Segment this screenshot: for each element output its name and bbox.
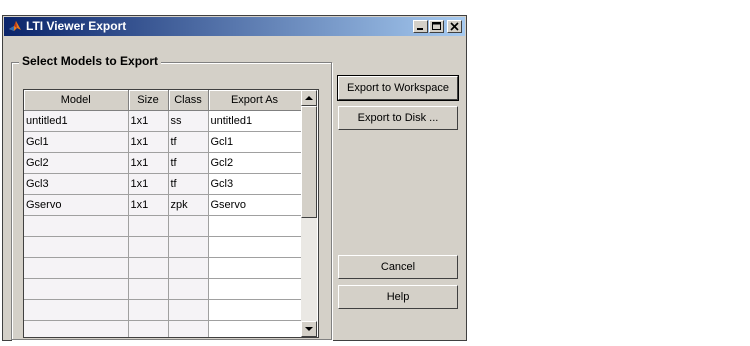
- table-row[interactable]: Gcl1 1x1 tf Gcl1: [24, 131, 302, 153]
- table-row[interactable]: [24, 257, 302, 279]
- cell-export-as[interactable]: [208, 236, 302, 258]
- cell-export-as[interactable]: [208, 257, 302, 279]
- cell-model[interactable]: [24, 215, 129, 237]
- cell-class[interactable]: tf: [168, 152, 209, 174]
- minimize-button[interactable]: [413, 20, 428, 33]
- cell-size[interactable]: [128, 299, 169, 321]
- cell-size[interactable]: [128, 320, 169, 337]
- cell-model[interactable]: Gservo: [24, 194, 129, 216]
- cell-export-as[interactable]: Gcl1: [208, 131, 302, 153]
- table-header-row: Model Size Class Export As: [24, 90, 302, 111]
- cell-size[interactable]: [128, 215, 169, 237]
- cell-export-as[interactable]: Gcl3: [208, 173, 302, 195]
- column-header-size[interactable]: Size: [128, 90, 169, 111]
- export-to-workspace-button[interactable]: Export to Workspace: [337, 75, 459, 101]
- cell-model[interactable]: untitled1: [24, 110, 129, 132]
- cell-size[interactable]: 1x1: [128, 152, 169, 174]
- close-icon: [450, 22, 459, 31]
- cell-class[interactable]: [168, 215, 209, 237]
- cell-class[interactable]: tf: [168, 131, 209, 153]
- cancel-button[interactable]: Cancel: [338, 255, 458, 279]
- cell-size[interactable]: [128, 278, 169, 300]
- table-row[interactable]: Gcl2 1x1 tf Gcl2: [24, 152, 302, 174]
- cell-model[interactable]: [24, 236, 129, 258]
- minimize-icon: [417, 28, 423, 30]
- cell-model[interactable]: Gcl3: [24, 173, 129, 195]
- table-row[interactable]: [24, 299, 302, 321]
- table-row[interactable]: Gcl3 1x1 tf Gcl3: [24, 173, 302, 195]
- scroll-down-button[interactable]: [301, 321, 317, 337]
- close-button[interactable]: [447, 20, 462, 33]
- title-bar[interactable]: LTI Viewer Export: [4, 17, 465, 36]
- cancel-label: Cancel: [380, 261, 416, 273]
- scroll-up-button[interactable]: [301, 90, 317, 106]
- matlab-logo-icon: [9, 21, 21, 31]
- arrow-up-icon: [305, 96, 313, 100]
- maximize-button[interactable]: [429, 20, 444, 33]
- cell-model[interactable]: [24, 320, 129, 337]
- cell-size[interactable]: 1x1: [128, 194, 169, 216]
- table-vertical-scrollbar[interactable]: [301, 90, 317, 337]
- models-table: Model Size Class Export As untitled1 1x1 s…: [23, 89, 319, 338]
- table-row[interactable]: [24, 236, 302, 258]
- cell-model[interactable]: [24, 299, 129, 321]
- cell-class[interactable]: [168, 257, 209, 279]
- cell-class[interactable]: zpk: [168, 194, 209, 216]
- cell-size[interactable]: [128, 257, 169, 279]
- arrow-down-icon: [305, 327, 313, 331]
- cell-model[interactable]: Gcl1: [24, 131, 129, 153]
- table-row[interactable]: [24, 278, 302, 300]
- export-to-disk-label: Export to Disk ...: [357, 112, 439, 124]
- export-to-workspace-label: Export to Workspace: [347, 82, 449, 94]
- cell-model[interactable]: [24, 257, 129, 279]
- cell-size[interactable]: 1x1: [128, 131, 169, 153]
- table-row[interactable]: Gservo 1x1 zpk Gservo: [24, 194, 302, 216]
- cell-size[interactable]: 1x1: [128, 110, 169, 132]
- cell-model[interactable]: Gcl2: [24, 152, 129, 174]
- lti-viewer-export-window: LTI Viewer Export Select Models to Expor…: [2, 15, 467, 341]
- groupbox-label: Select Models to Export: [19, 54, 162, 68]
- window-title: LTI Viewer Export: [26, 19, 127, 33]
- cell-size[interactable]: 1x1: [128, 173, 169, 195]
- cell-export-as[interactable]: [208, 215, 302, 237]
- export-to-disk-button[interactable]: Export to Disk ...: [338, 106, 458, 130]
- column-header-model[interactable]: Model: [24, 90, 129, 111]
- table-row[interactable]: [24, 215, 302, 237]
- cell-export-as[interactable]: Gservo: [208, 194, 302, 216]
- cell-export-as[interactable]: [208, 320, 302, 337]
- cell-export-as[interactable]: untitled1: [208, 110, 302, 132]
- cell-class[interactable]: [168, 299, 209, 321]
- cell-class[interactable]: [168, 320, 209, 337]
- column-header-export-as[interactable]: Export As: [208, 90, 302, 111]
- help-button[interactable]: Help: [338, 285, 458, 309]
- cell-class[interactable]: [168, 278, 209, 300]
- cell-model[interactable]: [24, 278, 129, 300]
- help-label: Help: [386, 291, 410, 303]
- maximize-icon: [432, 22, 441, 30]
- table-row[interactable]: untitled1 1x1 ss untitled1: [24, 110, 302, 132]
- cell-size[interactable]: [128, 236, 169, 258]
- cell-export-as[interactable]: [208, 278, 302, 300]
- column-header-class[interactable]: Class: [168, 90, 209, 111]
- table-row[interactable]: [24, 320, 302, 337]
- cell-export-as[interactable]: Gcl2: [208, 152, 302, 174]
- cell-class[interactable]: tf: [168, 173, 209, 195]
- cell-export-as[interactable]: [208, 299, 302, 321]
- cell-class[interactable]: [168, 236, 209, 258]
- scroll-thumb[interactable]: [301, 106, 317, 218]
- cell-class[interactable]: ss: [168, 110, 209, 132]
